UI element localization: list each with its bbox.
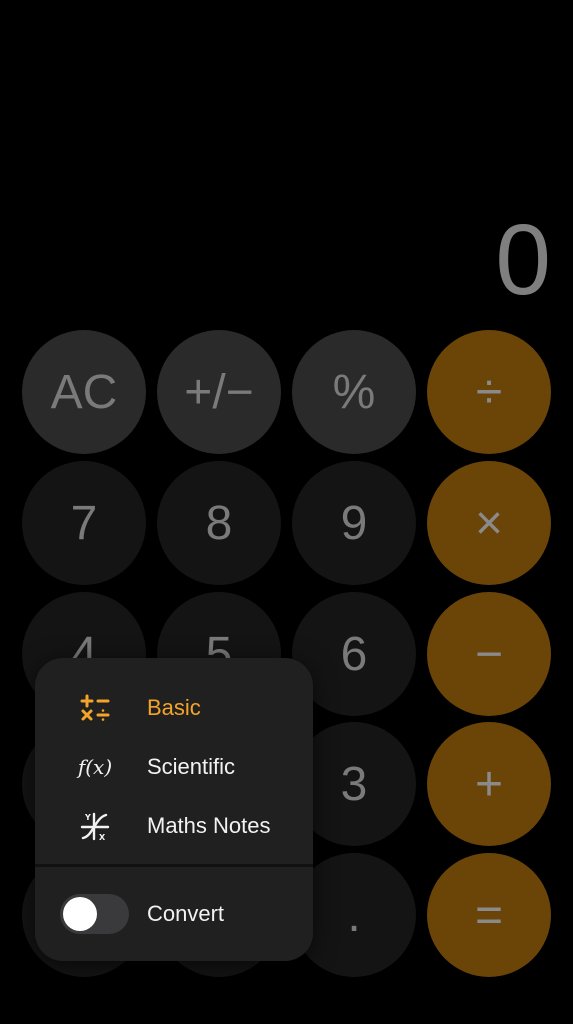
key-label: 3: [340, 757, 368, 811]
svg-text:X: X: [99, 833, 106, 842]
svg-text:Y: Y: [84, 813, 91, 822]
key-label: .: [347, 888, 361, 942]
menu-divider: [35, 864, 313, 867]
key-label: 8: [205, 496, 233, 550]
key-label: 7: [70, 496, 98, 550]
key-label: +/−: [184, 365, 254, 419]
key-label: 6: [340, 627, 368, 681]
percent-button[interactable]: %: [292, 330, 416, 454]
toggle-knob: [63, 897, 97, 931]
menu-item-scientific[interactable]: f(x) Scientific: [35, 739, 313, 795]
key-label: ×: [474, 496, 504, 550]
mode-menu: Basic f(x) Scientific Y X Maths Notes Co…: [35, 658, 313, 961]
function-icon: f(x): [77, 755, 113, 779]
basic-operators-icon: [75, 690, 115, 726]
menu-item-maths-notes[interactable]: Y X Maths Notes: [35, 798, 313, 854]
key-label: %: [332, 365, 376, 419]
all-clear-button[interactable]: AC: [22, 330, 146, 454]
convert-label: Convert: [147, 901, 225, 926]
menu-item-label: Basic: [147, 695, 201, 720]
digit-8-button[interactable]: 8: [157, 461, 281, 585]
sign-toggle-button[interactable]: +/−: [157, 330, 281, 454]
key-label: 9: [340, 496, 368, 550]
equals-button[interactable]: =: [427, 853, 551, 977]
key-label: +: [474, 757, 504, 811]
menu-item-label: Scientific: [147, 754, 236, 779]
multiply-button[interactable]: ×: [427, 461, 551, 585]
menu-item-label: Maths Notes: [147, 813, 271, 838]
key-label: =: [474, 888, 504, 942]
key-label: ÷: [475, 365, 503, 419]
maths-notes-icon: Y X: [75, 808, 115, 844]
subtract-button[interactable]: −: [427, 592, 551, 716]
digit-7-button[interactable]: 7: [22, 461, 146, 585]
display-value: 0: [495, 204, 551, 316]
menu-item-basic[interactable]: Basic: [35, 680, 313, 736]
digit-9-button[interactable]: 9: [292, 461, 416, 585]
key-label: −: [474, 627, 504, 681]
convert-toggle[interactable]: [60, 894, 129, 934]
key-label: AC: [50, 365, 118, 419]
divide-button[interactable]: ÷: [427, 330, 551, 454]
add-button[interactable]: +: [427, 722, 551, 846]
